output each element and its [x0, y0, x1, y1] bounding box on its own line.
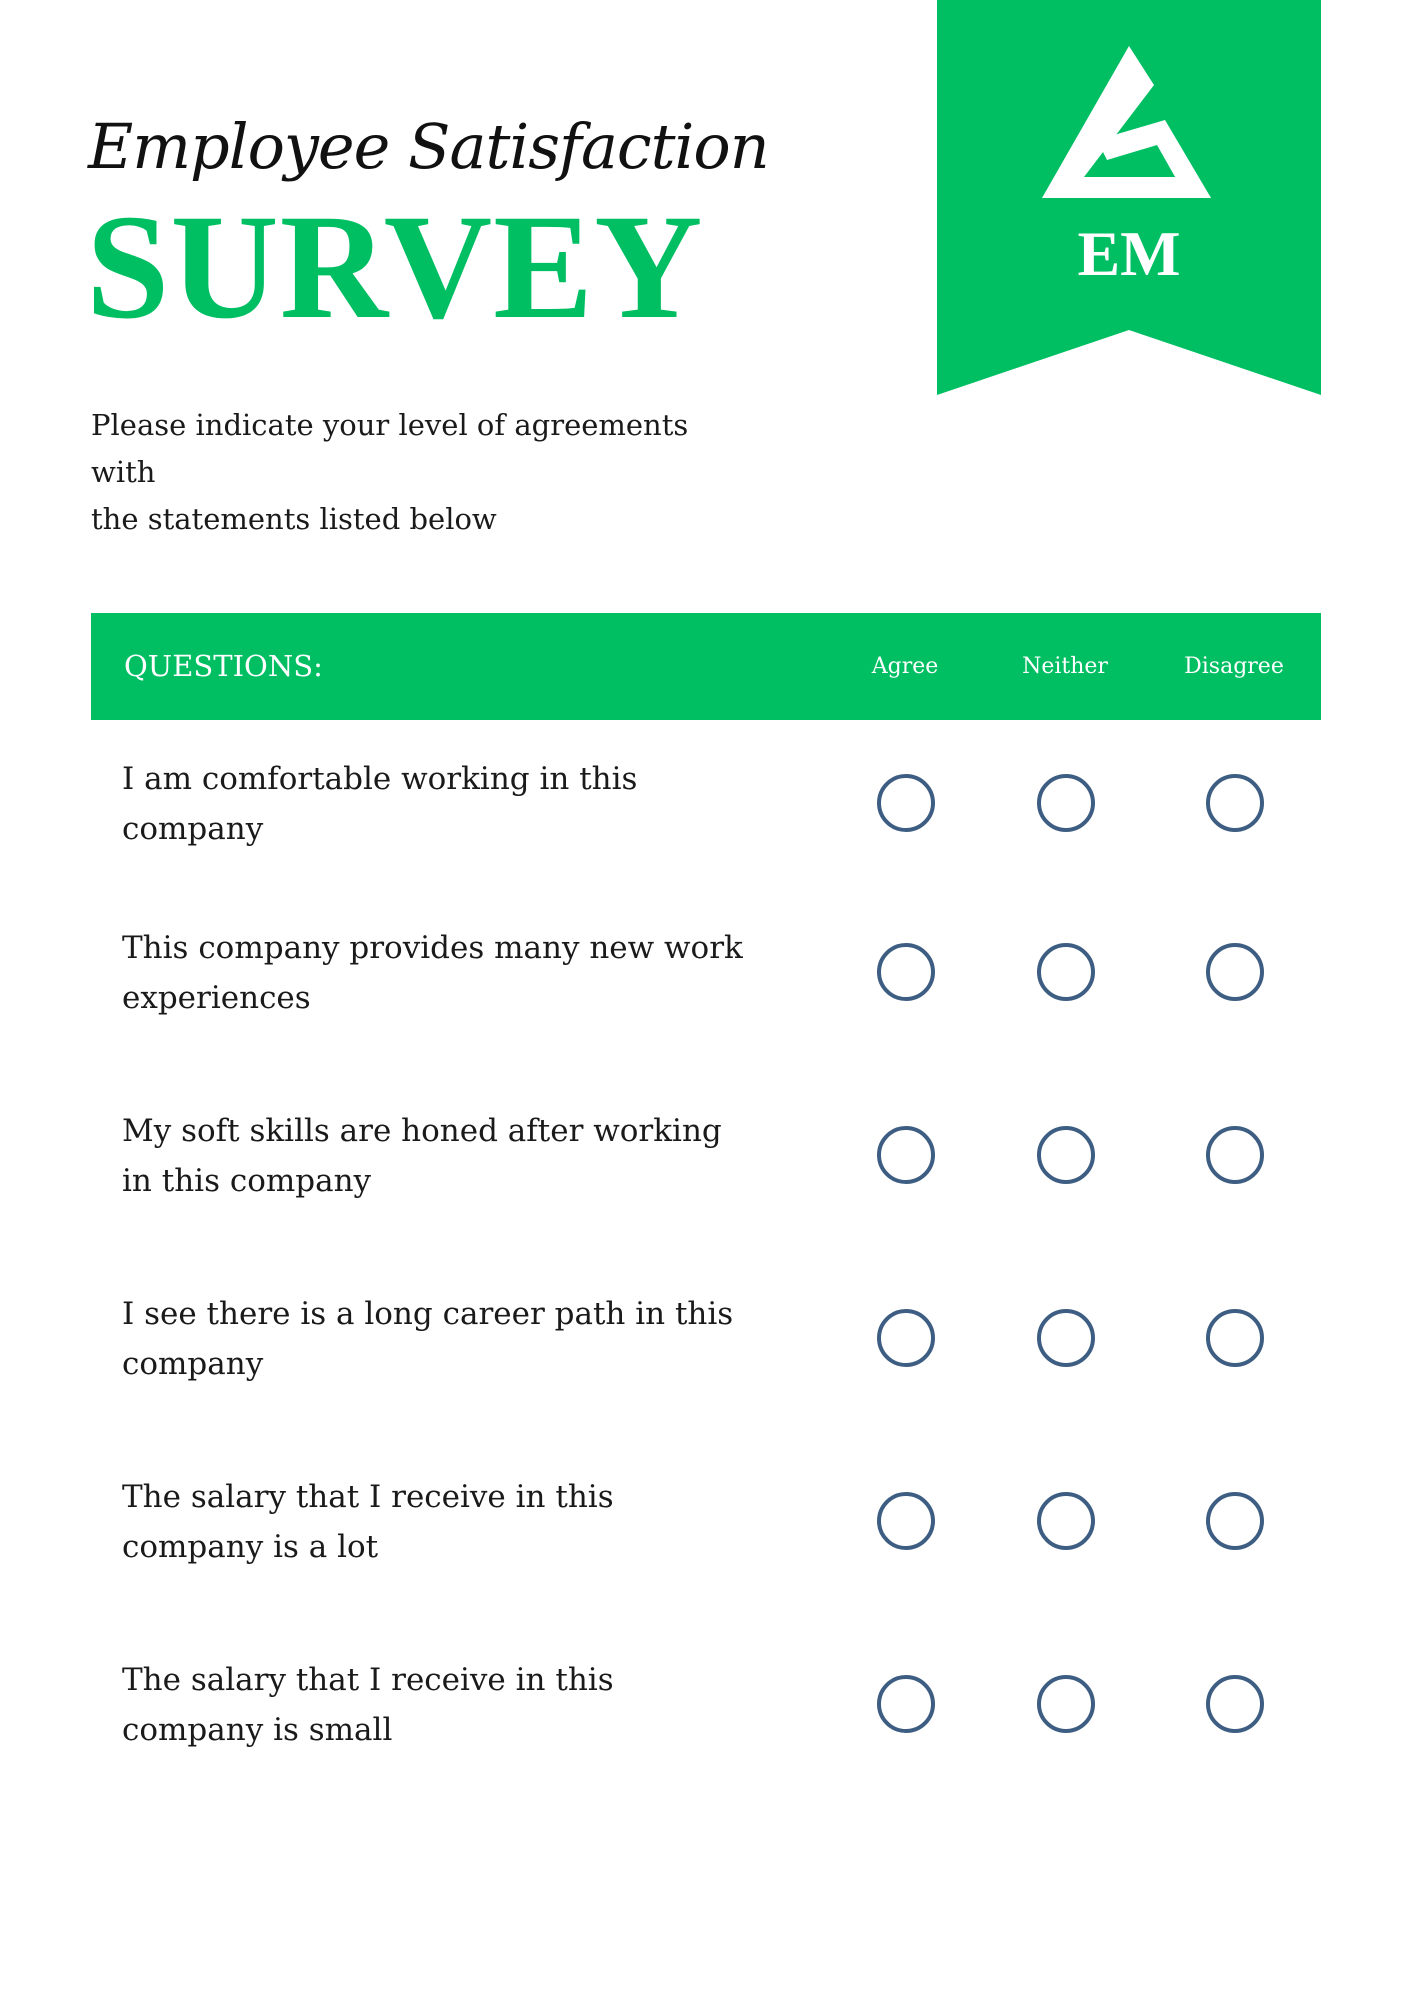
radio-disagree[interactable] — [1206, 1126, 1264, 1184]
question-line-2: experiences — [122, 980, 311, 1016]
radio-agree[interactable] — [877, 943, 935, 1001]
question-text: The salary that I receive in this compan… — [122, 1472, 762, 1572]
questions-header: QUESTIONS: — [124, 649, 323, 683]
radio-agree[interactable] — [877, 1675, 935, 1733]
column-header-agree: Agree — [871, 654, 939, 679]
radio-disagree[interactable] — [1206, 1309, 1264, 1367]
question-text: The salary that I receive in this compan… — [122, 1655, 762, 1755]
column-header-disagree: Disagree — [1184, 654, 1284, 679]
question-text: My soft skills are honed after working i… — [122, 1106, 762, 1206]
intro-line-2: the statements listed below — [91, 502, 497, 536]
page-title: SURVEY — [86, 184, 704, 350]
question-row: The salary that I receive in this compan… — [91, 1460, 1321, 1610]
question-line-2: company is small — [122, 1712, 393, 1748]
radio-disagree[interactable] — [1206, 943, 1264, 1001]
question-line-1: I am comfortable working in this — [122, 761, 638, 797]
question-line-1: The salary that I receive in this — [122, 1662, 614, 1698]
question-line-1: My soft skills are honed after working — [122, 1113, 722, 1149]
question-line-2: company — [122, 811, 264, 847]
question-line-1: The salary that I receive in this — [122, 1479, 614, 1515]
intro-line-1: Please indicate your level of agreements… — [91, 408, 689, 489]
question-text: I am comfortable working in this company — [122, 754, 762, 854]
radio-agree[interactable] — [877, 1309, 935, 1367]
radio-disagree[interactable] — [1206, 1675, 1264, 1733]
question-line-2: company is a lot — [122, 1529, 379, 1565]
column-header-neither: Neither — [1022, 654, 1108, 679]
question-row: The salary that I receive in this compan… — [91, 1643, 1321, 1793]
radio-neither[interactable] — [1037, 774, 1095, 832]
radio-disagree[interactable] — [1206, 774, 1264, 832]
logo-banner: EM — [937, 0, 1321, 395]
question-row: My soft skills are honed after working i… — [91, 1094, 1321, 1244]
logo-text: EM — [1077, 218, 1180, 289]
intro-text: Please indicate your level of agreements… — [91, 402, 731, 543]
radio-neither[interactable] — [1037, 1309, 1095, 1367]
radio-agree[interactable] — [877, 1492, 935, 1550]
question-line-2: in this company — [122, 1163, 372, 1199]
radio-disagree[interactable] — [1206, 1492, 1264, 1550]
radio-neither[interactable] — [1037, 943, 1095, 1001]
radio-agree[interactable] — [877, 1126, 935, 1184]
question-row: I am comfortable working in this company — [91, 742, 1321, 892]
table-header: QUESTIONS: Agree Neither Disagree — [91, 613, 1321, 720]
radio-neither[interactable] — [1037, 1492, 1095, 1550]
question-row: I see there is a long career path in thi… — [91, 1277, 1321, 1427]
radio-agree[interactable] — [877, 774, 935, 832]
question-line-1: This company provides many new work — [122, 930, 743, 966]
radio-neither[interactable] — [1037, 1675, 1095, 1733]
script-title: Employee Satisfaction — [88, 110, 770, 183]
question-row: This company provides many new work expe… — [91, 911, 1321, 1061]
logo-banner-shape: EM — [937, 0, 1321, 395]
question-line-1: I see there is a long career path in thi… — [122, 1296, 734, 1332]
question-line-2: company — [122, 1346, 264, 1382]
radio-neither[interactable] — [1037, 1126, 1095, 1184]
question-text: This company provides many new work expe… — [122, 923, 762, 1023]
question-text: I see there is a long career path in thi… — [122, 1289, 762, 1389]
